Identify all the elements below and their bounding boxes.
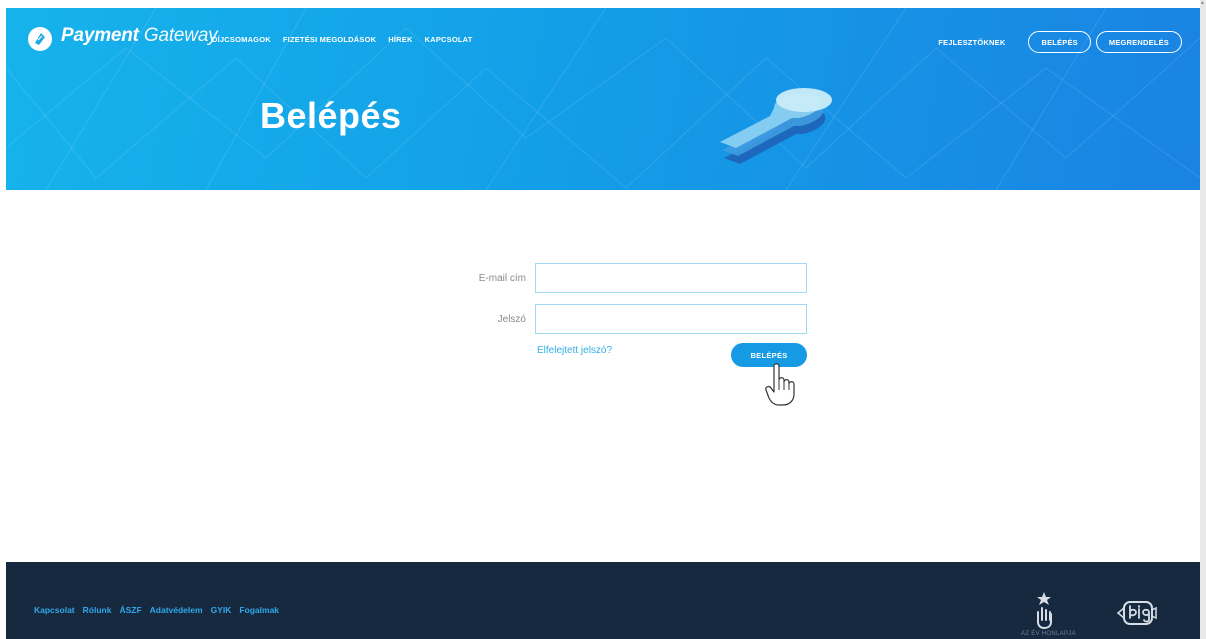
bigfish-logo-icon[interactable] (1116, 598, 1158, 628)
password-label: Jelszó (497, 314, 526, 325)
page-title: Belépés (260, 95, 402, 136)
nav-item-hirek[interactable]: HÍREK (388, 35, 412, 44)
email-field[interactable] (535, 263, 807, 293)
email-label: E-mail cím (478, 273, 526, 284)
keyhole-key-icon (720, 88, 832, 164)
footer-link-rolunk[interactable]: Rólunk (83, 605, 112, 615)
brand-name[interactable]: Payment Gateway (61, 25, 218, 47)
footer-link-adatvedelem[interactable]: Adatvédelem (150, 605, 203, 615)
nav-item-kapcsolat[interactable]: KAPCSOLAT (425, 35, 473, 44)
payment-gateway-logo-icon[interactable] (28, 27, 52, 51)
password-field[interactable] (535, 304, 807, 334)
nav-item-fizetesi-megoldasok[interactable]: FIZETÉSI MEGOLDÁSOK (283, 35, 376, 44)
main-nav: DÍJCSOMAGOK FIZETÉSI MEGOLDÁSOK HÍREK KA… (212, 35, 485, 44)
header-login-button[interactable]: BELÉPÉS (1028, 31, 1091, 53)
page-scrollbar[interactable]: ▴ (1200, 0, 1206, 639)
footer-link-gyik[interactable]: GYIK (211, 605, 232, 615)
brand-name-bold: Payment (61, 25, 139, 46)
brand-name-light: Gateway (143, 25, 218, 46)
nav-item-dijcsomagok[interactable]: DÍJCSOMAGOK (212, 35, 271, 44)
developers-link[interactable]: FEJLESZTŐKNEK (938, 38, 1005, 47)
page-footer: Kapcsolat Rólunk ÁSZF Adatvédelem GYIK F… (6, 562, 1200, 639)
footer-link-aszf[interactable]: ÁSZF (119, 605, 141, 615)
footer-link-fogalmak[interactable]: Fogalmak (239, 605, 279, 615)
award-label: AZ ÉV HONLAPJA (1021, 631, 1076, 637)
star-hand-award-icon[interactable] (1031, 592, 1057, 630)
footer-link-kapcsolat[interactable]: Kapcsolat (34, 605, 75, 615)
header-order-button[interactable]: MEGRENDELÉS (1095, 31, 1182, 53)
hero-header: Payment Gateway DÍJCSOMAGOK FIZETÉSI MEG… (6, 8, 1200, 190)
hand-pointer-icon (765, 363, 795, 406)
scroll-up-icon[interactable]: ▴ (1201, 0, 1205, 6)
footer-nav: Kapcsolat Rólunk ÁSZF Adatvédelem GYIK F… (34, 605, 287, 615)
header-actions: FEJLESZTŐKNEK BELÉPÉS MEGRENDELÉS (938, 31, 1182, 53)
forgot-password-link[interactable]: Elfelejtett jelszó? (537, 345, 612, 356)
